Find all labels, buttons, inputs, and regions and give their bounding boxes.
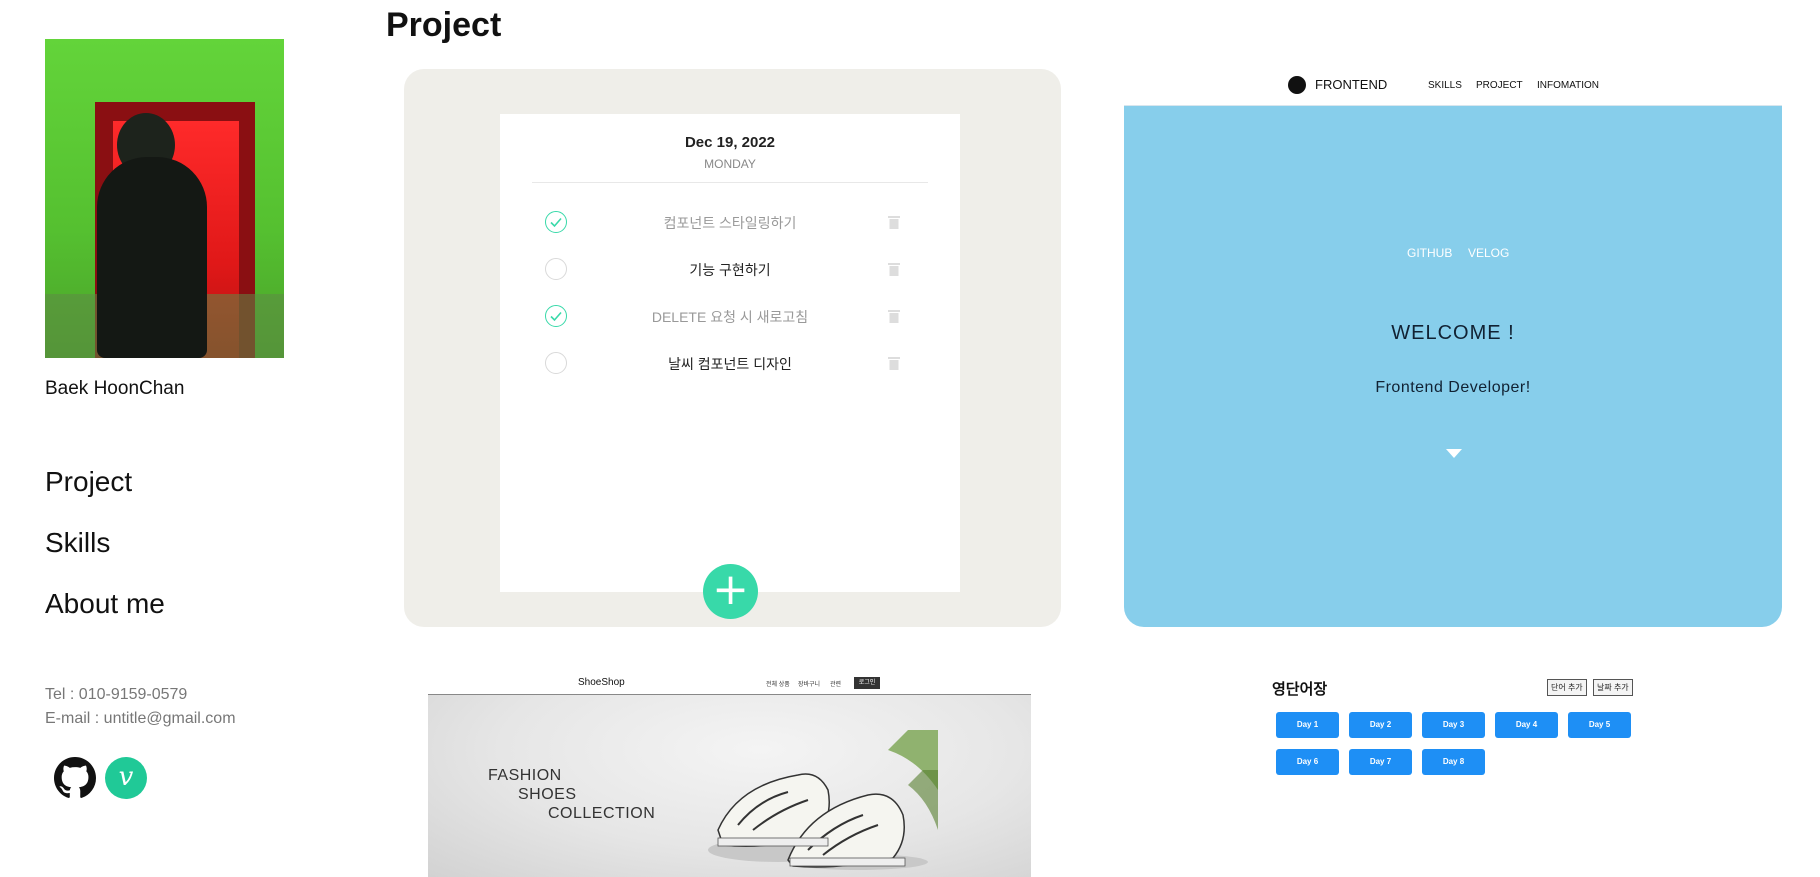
day-button[interactable]: Day 5: [1568, 712, 1631, 738]
fe-link-velog[interactable]: VELOG: [1468, 246, 1509, 260]
trash-icon[interactable]: [888, 215, 900, 229]
todo-panel: Dec 19, 2022 MONDAY 컴포넌트 스타일링하기 기능 구현하기 …: [500, 114, 960, 592]
fe-header: FRONTEND SKILLS PROJECT INFOMATION: [1124, 66, 1782, 107]
project-card-shoeshop[interactable]: ShoeShop 전체 상품 장바구니 관련 로그인 FASHION SHOES…: [428, 672, 1031, 877]
shoe-nav-all[interactable]: 전체 상품: [766, 679, 790, 688]
project-card-frontend[interactable]: FRONTEND SKILLS PROJECT INFOMATION GITHU…: [1124, 66, 1782, 627]
contact-tel: Tel : 010-9159-0579: [45, 686, 188, 703]
day-button[interactable]: Day 8: [1422, 749, 1485, 775]
unchecked-circle-icon[interactable]: [545, 352, 567, 374]
nav-project[interactable]: Project: [45, 466, 132, 498]
hero-line: FASHION: [488, 767, 562, 784]
fe-brand: FRONTEND: [1315, 77, 1388, 92]
todo-text: DELETE 요청 시 새로고침: [651, 309, 809, 325]
shoe-nav-cart[interactable]: 장바구니: [798, 679, 820, 688]
todo-text: 컴포넌트 스타일링하기: [663, 215, 797, 231]
divider: [532, 182, 928, 183]
shoe-nav-related[interactable]: 관련: [830, 679, 841, 688]
day-button[interactable]: Day 2: [1349, 712, 1412, 738]
day-button[interactable]: Day 4: [1495, 712, 1558, 738]
fe-nav-infomation[interactable]: INFOMATION: [1537, 80, 1599, 91]
day-button[interactable]: Day 7: [1349, 749, 1412, 775]
scroll-down-arrow-icon[interactable]: [1446, 449, 1462, 458]
shoe-login-button[interactable]: 로그인: [854, 677, 880, 689]
todo-day: MONDAY: [704, 157, 756, 171]
logo-icon: [1288, 76, 1306, 94]
page-title: Project: [386, 6, 502, 44]
todo-item: 날씨 컴포넌트 디자인: [500, 346, 960, 386]
todo-item: DELETE 요청 시 새로고침: [500, 299, 960, 339]
fe-hero: GITHUB VELOG WELCOME ! Frontend Develope…: [1124, 106, 1782, 627]
unchecked-circle-icon[interactable]: [545, 258, 567, 280]
hero-line: SHOES: [518, 786, 577, 803]
trash-icon[interactable]: [888, 356, 900, 370]
contact-email: E-mail : untitle@gmail.com: [45, 710, 236, 727]
shoe-brand: ShoeShop: [578, 677, 625, 688]
todo-date: Dec 19, 2022: [684, 134, 776, 151]
fe-nav-project[interactable]: PROJECT: [1476, 80, 1523, 91]
fe-welcome: WELCOME !: [1391, 322, 1515, 344]
velog-icon[interactable]: v: [105, 757, 147, 799]
photo-person-body: [97, 157, 207, 358]
hero-line: COLLECTION: [548, 805, 656, 822]
todo-item: 기능 구현하기: [500, 252, 960, 292]
project-card-wordbook[interactable]: 영단어장 단어 추가 날짜 추가 Day 1 Day 2 Day 3 Day 4…: [1256, 672, 1676, 792]
trash-icon[interactable]: [888, 309, 900, 323]
sneaker-image-icon: [708, 730, 938, 870]
add-todo-button[interactable]: +: [703, 564, 758, 619]
add-day-button[interactable]: 날짜 추가: [1593, 679, 1633, 696]
profile-photo: [45, 39, 284, 358]
nav-skills[interactable]: Skills: [45, 527, 110, 559]
todo-item: 컴포넌트 스타일링하기: [500, 205, 960, 245]
fe-nav-skills[interactable]: SKILLS: [1428, 80, 1462, 91]
day-button[interactable]: Day 6: [1276, 749, 1339, 775]
word-title: 영단어장: [1272, 681, 1328, 698]
day-button[interactable]: Day 3: [1422, 712, 1485, 738]
todo-text: 기능 구현하기: [689, 262, 771, 278]
github-icon[interactable]: [54, 757, 96, 799]
trash-icon[interactable]: [888, 262, 900, 276]
project-card-todo[interactable]: Dec 19, 2022 MONDAY 컴포넌트 스타일링하기 기능 구현하기 …: [404, 69, 1061, 627]
nav-about-me[interactable]: About me: [45, 588, 165, 620]
shoe-hero: FASHION SHOES COLLECTION: [428, 695, 1031, 877]
day-button[interactable]: Day 1: [1276, 712, 1339, 738]
fe-link-github[interactable]: GITHUB: [1407, 246, 1452, 260]
check-icon[interactable]: [545, 211, 567, 233]
sidebar: Baek HoonChan Project Skills About me Te…: [0, 0, 380, 877]
fe-subtitle: Frontend Developer!: [1375, 379, 1531, 396]
shoe-header: ShoeShop 전체 상품 장바구니 관련 로그인: [428, 672, 1031, 695]
todo-text: 날씨 컴포넌트 디자인: [668, 356, 792, 372]
profile-name: Baek HoonChan: [45, 378, 185, 399]
add-word-button[interactable]: 단어 추가: [1547, 679, 1587, 696]
check-icon[interactable]: [545, 305, 567, 327]
